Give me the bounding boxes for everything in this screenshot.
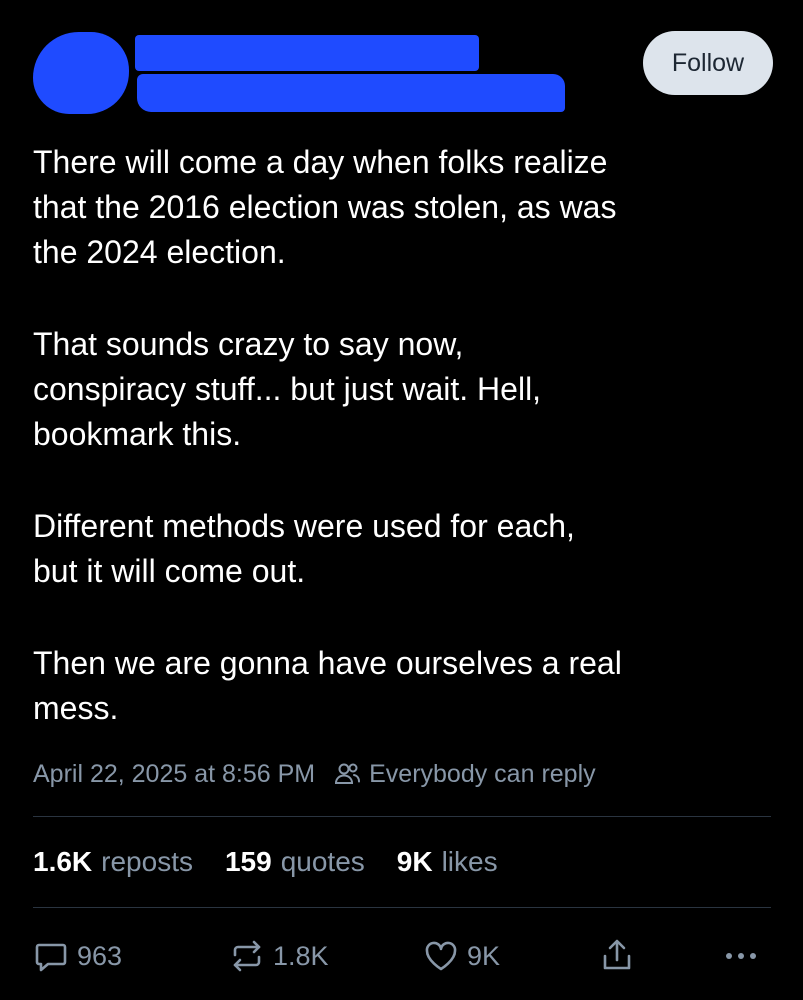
quotes-count: 159 (224, 846, 272, 877)
reply-setting[interactable]: Everybody can reply (333, 760, 596, 789)
follow-button[interactable]: Follow (643, 31, 773, 95)
quotes-stat[interactable]: 159 quotes (225, 846, 365, 878)
more-options-button[interactable] (721, 934, 761, 978)
reposts-stat[interactable]: 1.6K reposts (33, 846, 193, 878)
action-bar: 963 1.8K 9K (33, 934, 773, 978)
divider (33, 907, 771, 908)
repost-arrows-icon (229, 938, 265, 974)
reposts-count: 1.6K (33, 846, 93, 877)
ellipsis-icon (721, 938, 761, 974)
like-count: 9K (467, 940, 501, 971)
redacted-handle (137, 74, 565, 112)
reposts-label: reposts (101, 846, 193, 877)
reply-setting-label: Everybody can reply (369, 759, 596, 788)
quotes-label: quotes (280, 846, 365, 877)
like-button[interactable]: 9K (423, 934, 500, 978)
share-button[interactable] (599, 934, 635, 978)
post-paragraph: There will come a day when folks realize… (33, 144, 617, 270)
redacted-display-name (135, 35, 479, 71)
repost-button[interactable]: 1.8K (229, 934, 329, 978)
speech-bubble-icon (33, 938, 69, 974)
divider (33, 816, 771, 817)
redacted-avatar (33, 32, 129, 114)
reply-button[interactable]: 963 (33, 934, 122, 978)
post-paragraph: Then we are gonna have ourselves a real … (33, 645, 622, 726)
heart-icon (423, 938, 459, 974)
post-stats: 1.6K reposts 159 quotes 9K likes (33, 846, 530, 878)
likes-label: likes (441, 846, 498, 877)
post-text: There will come a day when folks realize… (33, 140, 773, 778)
reply-count: 963 (77, 940, 123, 971)
repost-count: 1.8K (273, 940, 329, 971)
post-timestamp[interactable]: April 22, 2025 at 8:56 PM (33, 760, 315, 789)
likes-stat[interactable]: 9K likes (397, 846, 498, 878)
likes-count: 9K (396, 846, 433, 877)
post-paragraph: Different methods were used for each, bu… (33, 508, 575, 589)
share-upload-icon (599, 938, 635, 974)
post-paragraph: That sounds crazy to say now, conspiracy… (33, 326, 542, 452)
people-icon (333, 760, 361, 788)
post-meta: April 22, 2025 at 8:56 PM Everybody can … (33, 757, 596, 791)
post-header: Follow (0, 0, 803, 120)
